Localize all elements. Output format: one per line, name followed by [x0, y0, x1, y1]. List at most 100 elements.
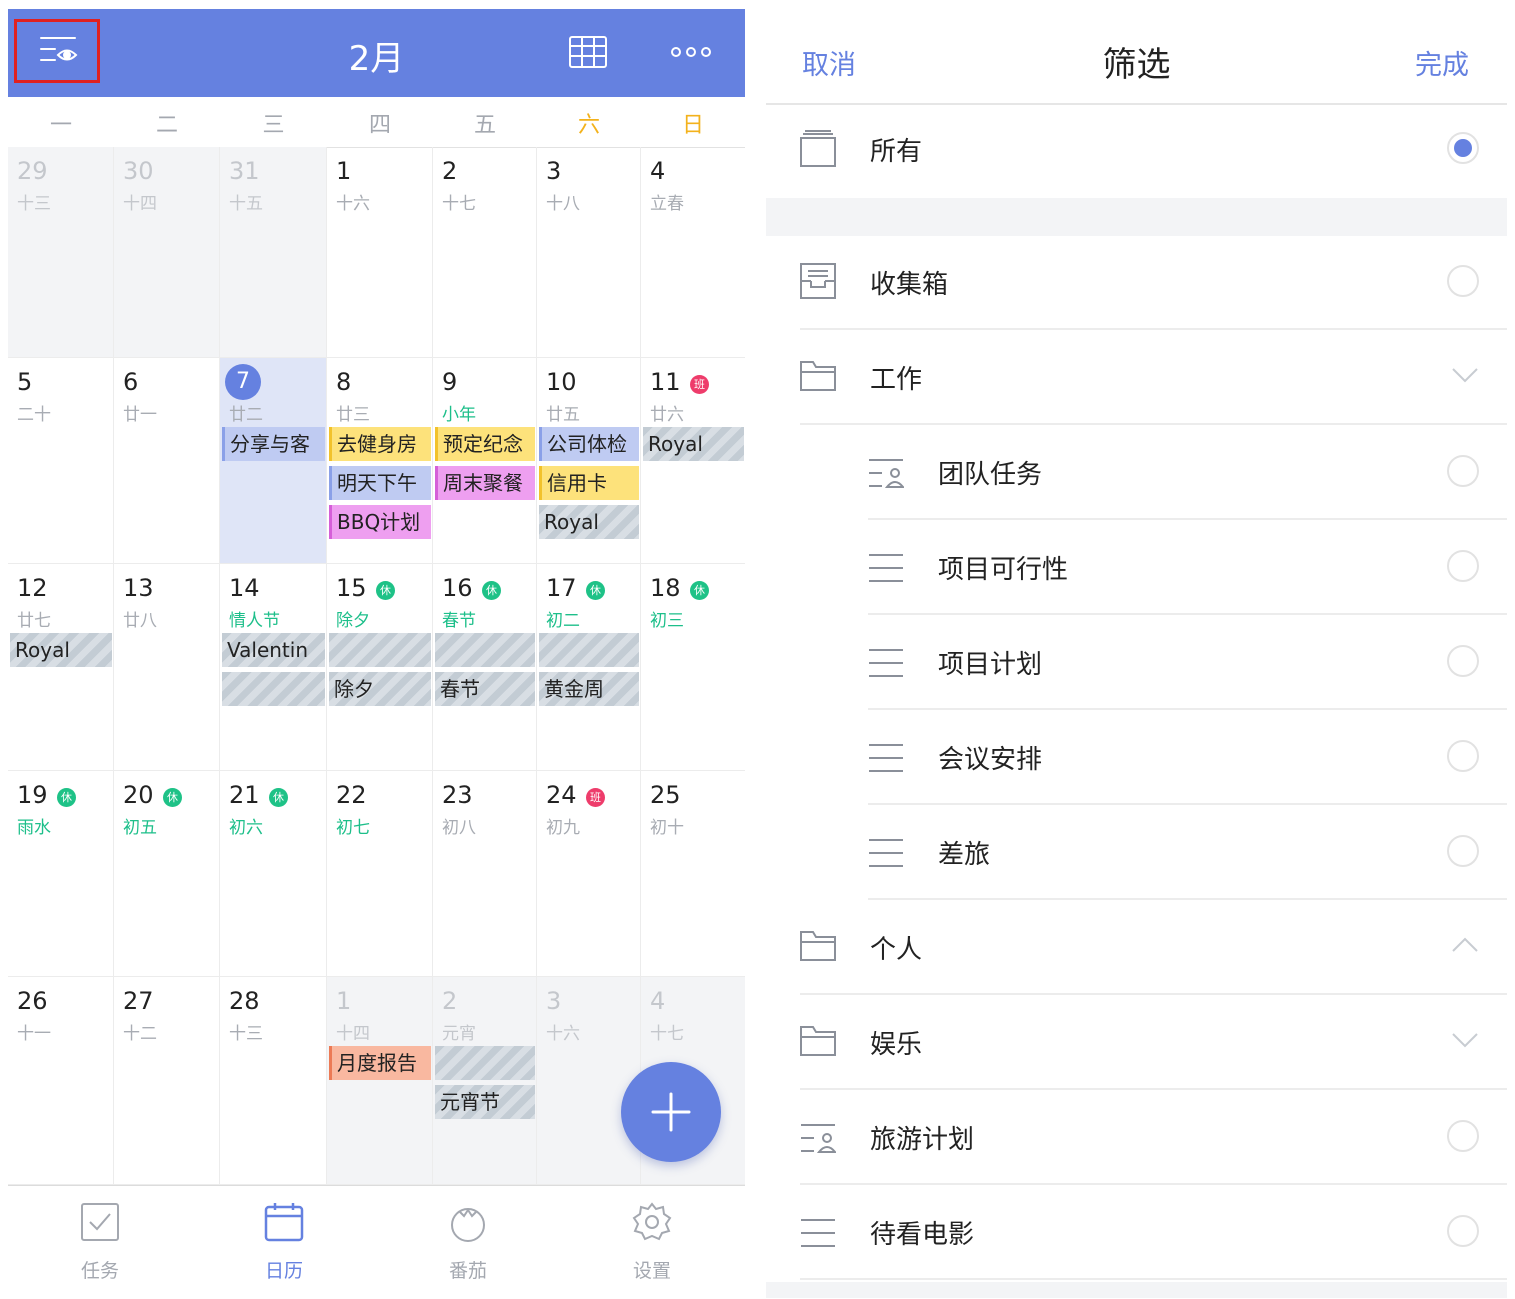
- event-chip[interactable]: 分享与客: [222, 427, 325, 461]
- day-cell[interactable]: 6 廿一: [114, 358, 220, 564]
- event-chip[interactable]: 预定纪念: [435, 427, 535, 461]
- event-chip[interactable]: 春节: [435, 672, 535, 706]
- event-chip[interactable]: [329, 633, 431, 667]
- filter-row[interactable]: 项目可行性: [766, 521, 1507, 615]
- day-cell[interactable]: 30 十四: [114, 147, 220, 358]
- month-title[interactable]: 2月: [8, 31, 745, 80]
- lunar-date: 十五: [229, 194, 263, 214]
- day-cell[interactable]: 25 初十: [641, 771, 745, 977]
- filter-row[interactable]: 团队任务: [766, 426, 1507, 520]
- filter-row[interactable]: 会议安排: [766, 711, 1507, 805]
- day-cell[interactable]: 20 初五休: [114, 771, 220, 977]
- filter-row[interactable]: 娱乐: [766, 996, 1507, 1090]
- event-chip[interactable]: 周末聚餐: [435, 466, 535, 500]
- event-chip[interactable]: [435, 633, 535, 667]
- radio-button[interactable]: [1447, 740, 1479, 772]
- chevron-up-icon[interactable]: [1452, 937, 1478, 957]
- day-cell[interactable]: 14 情人节 Valentin: [220, 564, 327, 771]
- radio-button[interactable]: [1447, 645, 1479, 677]
- lunar-date: 初七: [336, 818, 370, 838]
- month-grid-icon[interactable]: [568, 35, 608, 69]
- lunar-date: 初二: [546, 611, 580, 631]
- day-cell[interactable]: 9 小年 预定纪念 周末聚餐: [433, 358, 537, 564]
- day-cell[interactable]: 19 雨水休: [8, 771, 114, 977]
- event-chip[interactable]: 去健身房: [329, 427, 431, 461]
- radio-button[interactable]: [1447, 835, 1479, 867]
- day-cell[interactable]: 2 十七: [433, 147, 537, 358]
- calendar-icon: [264, 1203, 304, 1242]
- day-cell[interactable]: 2 元宵 元宵节: [433, 977, 537, 1185]
- event-chip[interactable]: 元宵节: [435, 1085, 535, 1119]
- day-cell[interactable]: 27 十二: [114, 977, 220, 1185]
- day-cell[interactable]: 22 初七: [327, 771, 433, 977]
- day-cell[interactable]: 3 十八: [537, 147, 641, 358]
- event-chip[interactable]: Royal: [643, 427, 744, 461]
- event-chip[interactable]: 黄金周: [539, 672, 639, 706]
- filter-row[interactable]: 旅游计划: [766, 1091, 1507, 1185]
- filter-row[interactable]: 收集箱: [766, 236, 1507, 330]
- radio-button[interactable]: [1447, 132, 1479, 164]
- more-options-icon[interactable]: [670, 45, 712, 59]
- add-event-button[interactable]: [621, 1062, 721, 1162]
- day-cell[interactable]: 7 廿二 分享与客: [220, 358, 327, 564]
- day-cell[interactable]: 21 初六休: [220, 771, 327, 977]
- event-chip[interactable]: 明天下午: [329, 466, 431, 500]
- day-cell[interactable]: 10 廿五 公司体检 信用卡 Royal: [537, 358, 641, 564]
- row-divider: [868, 803, 1507, 805]
- radio-button[interactable]: [1447, 1120, 1479, 1152]
- filter-row[interactable]: 工作: [766, 331, 1507, 425]
- filter-row[interactable]: 项目计划: [766, 616, 1507, 710]
- radio-button[interactable]: [1447, 265, 1479, 297]
- day-cell[interactable]: 26 十一: [8, 977, 114, 1185]
- day-cell[interactable]: 17 初二休黄金周: [537, 564, 641, 771]
- section-divider: [766, 198, 1507, 236]
- event-chip[interactable]: Royal: [539, 505, 639, 539]
- day-cell[interactable]: 8 廿三 去健身房 明天下午 BBQ计划: [327, 358, 433, 564]
- tab-tasks[interactable]: 任务: [8, 1186, 192, 1299]
- event-chip[interactable]: [539, 633, 639, 667]
- day-cell[interactable]: 1 十四 月度报告: [327, 977, 433, 1185]
- day-cell[interactable]: 16 春节休春节: [433, 564, 537, 771]
- day-cell[interactable]: 1 十六: [327, 147, 433, 358]
- day-cell[interactable]: 4 立春: [641, 147, 745, 358]
- day-cell[interactable]: 11 廿六班 Royal: [641, 358, 745, 564]
- tab-settings[interactable]: 设置: [560, 1186, 744, 1299]
- day-number: 27: [123, 987, 154, 1015]
- day-cell[interactable]: 13 廿八: [114, 564, 220, 771]
- chevron-down-icon[interactable]: [1452, 367, 1478, 387]
- folder-icon: [800, 1022, 836, 1064]
- day-cell[interactable]: 3 十六: [537, 977, 641, 1185]
- day-cell[interactable]: 15 除夕休除夕: [327, 564, 433, 771]
- radio-button[interactable]: [1447, 550, 1479, 582]
- filter-row[interactable]: 个人: [766, 901, 1507, 995]
- day-cell[interactable]: 31 十五: [220, 147, 327, 358]
- day-cell[interactable]: 24 初九班: [537, 771, 641, 977]
- event-chip[interactable]: BBQ计划: [329, 505, 431, 539]
- done-button[interactable]: 完成: [1415, 43, 1469, 82]
- day-cell[interactable]: 18 初三休: [641, 564, 745, 771]
- task-check-icon: [81, 1203, 119, 1241]
- tab-calendar[interactable]: 日历: [192, 1186, 376, 1299]
- radio-button[interactable]: [1447, 1215, 1479, 1247]
- event-chip[interactable]: [222, 672, 325, 706]
- event-chip[interactable]: 公司体检: [539, 427, 639, 461]
- filter-row[interactable]: 待看电影: [766, 1186, 1507, 1280]
- filter-row-label: 会议安排: [938, 745, 1043, 775]
- filter-row[interactable]: 所有: [766, 103, 1507, 197]
- chevron-down-icon[interactable]: [1452, 1032, 1478, 1052]
- day-cell[interactable]: 5 二十: [8, 358, 114, 564]
- filter-row[interactable]: 差旅: [766, 806, 1507, 900]
- tab-label: 日历: [264, 1260, 303, 1282]
- day-cell[interactable]: 23 初八: [433, 771, 537, 977]
- event-chip[interactable]: 信用卡: [539, 466, 639, 500]
- event-chip[interactable]: Valentin: [222, 633, 325, 667]
- radio-button[interactable]: [1447, 455, 1479, 487]
- event-chip[interactable]: 除夕: [329, 672, 431, 706]
- day-cell[interactable]: 29 十三: [8, 147, 114, 358]
- event-chip[interactable]: 月度报告: [329, 1046, 431, 1080]
- event-chip[interactable]: [435, 1046, 535, 1080]
- event-chip[interactable]: Royal: [10, 633, 112, 667]
- day-cell[interactable]: 12 廿七 Royal: [8, 564, 114, 771]
- tab-pomodoro[interactable]: 番茄: [376, 1186, 560, 1299]
- day-cell[interactable]: 28 十三: [220, 977, 327, 1185]
